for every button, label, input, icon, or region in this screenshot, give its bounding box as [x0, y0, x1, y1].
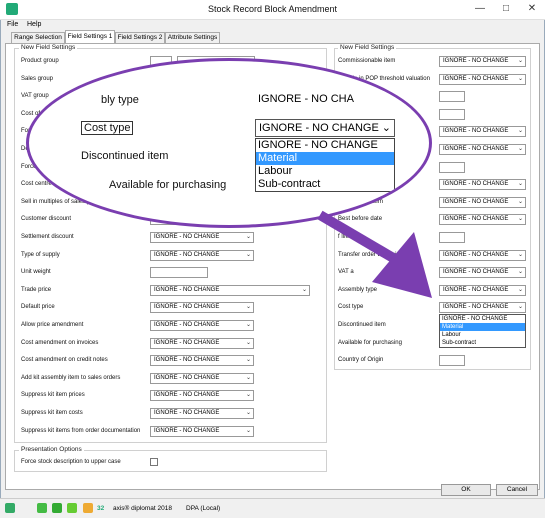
callout-arrow	[317, 210, 432, 298]
arrow-shaft	[317, 210, 403, 267]
arrow-head	[372, 232, 432, 298]
